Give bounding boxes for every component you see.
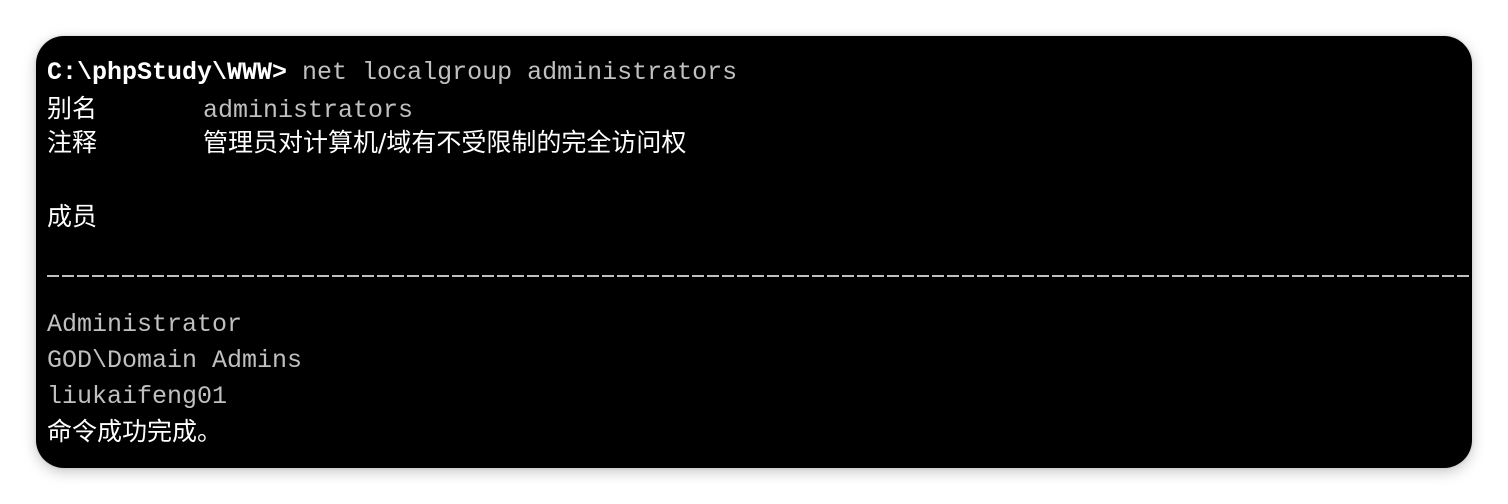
separator-line <box>47 275 1472 277</box>
prompt-path: C:\phpStudy\WWW> <box>47 58 288 87</box>
command-line: C:\phpStudy\WWW> net localgroup administ… <box>47 55 737 91</box>
comment-row: 注释 管理员对计算机/域有不受限制的完全访问权 <box>47 125 686 161</box>
members-label: 成员 <box>47 202 98 231</box>
member-item: liukaifeng01 <box>47 382 228 411</box>
alias-label: 别名 <box>47 94 98 123</box>
alias-row: 别名 administrators <box>47 91 413 127</box>
comment-label: 注释 <box>47 128 98 157</box>
comment-value: 管理员对计算机/域有不受限制的完全访问权 <box>203 128 687 157</box>
completion-message: 命令成功完成。 <box>47 417 223 446</box>
member-item: Administrator <box>47 310 243 339</box>
terminal-window[interactable]: C:\phpStudy\WWW> net localgroup administ… <box>36 36 1472 468</box>
member-item: GOD\Domain Admins <box>47 346 303 375</box>
alias-value: administrators <box>203 96 414 125</box>
command-text: net localgroup administrators <box>287 58 738 87</box>
